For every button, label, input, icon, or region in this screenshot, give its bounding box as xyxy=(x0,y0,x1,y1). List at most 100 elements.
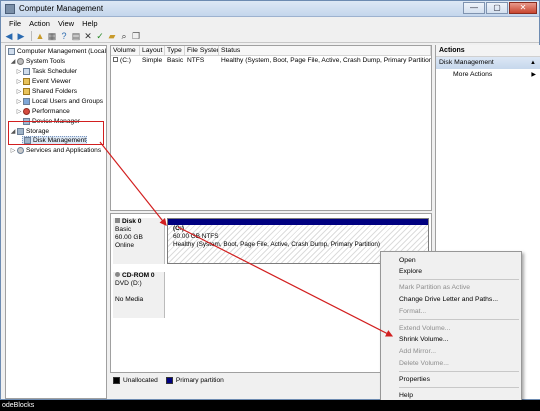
users-icon xyxy=(23,98,30,105)
partition-label: (C:) xyxy=(173,225,184,232)
menu-item-format: Format... xyxy=(399,308,427,315)
menu-item-mark-active: Mark Partition as Active xyxy=(399,284,471,291)
column-header-volume[interactable]: Volume xyxy=(111,46,140,55)
menu-separator xyxy=(399,319,519,320)
tree-item-label: Local Users and Groups xyxy=(32,98,104,105)
volume-list-header: Volume Layout Type File System Status xyxy=(111,46,431,56)
legend-primary-swatch xyxy=(165,376,173,384)
actions-title: Actions xyxy=(436,45,540,57)
table-row[interactable]: (C:) Simple Basic NTFS Healthy (System, … xyxy=(111,56,431,65)
close-x-icon[interactable]: ✕ xyxy=(83,31,93,41)
menu-item-change-drive-letter[interactable]: Change Drive Letter and Paths... xyxy=(381,294,521,305)
tree-item-event-viewer[interactable]: ▷ Event Viewer xyxy=(16,77,71,86)
expand-arrow-icon[interactable]: ▷ xyxy=(16,108,22,115)
tree-item-shared-folders[interactable]: ▷ Shared Folders xyxy=(16,87,77,96)
cell-file-system: NTFS xyxy=(187,57,205,64)
expand-arrow-icon[interactable]: ▷ xyxy=(16,78,22,85)
window-title: Computer Management xyxy=(19,4,104,13)
up-folder-icon[interactable]: ▲ xyxy=(35,31,45,41)
menu-item-delete-volume: Delete Volume... xyxy=(399,360,449,367)
partition-health: Healthy (System, Boot, Page File, Active… xyxy=(173,241,381,248)
disk-0-name: Disk 0 xyxy=(122,218,142,225)
console-tree: Computer Management (Local ◢ System Tool… xyxy=(5,45,107,399)
storage-highlight-box xyxy=(8,121,104,145)
volume-list: Volume Layout Type File System Status (C… xyxy=(110,45,432,211)
more-actions-item[interactable]: More Actions ▶ xyxy=(436,69,540,81)
menu-item-open[interactable]: Open xyxy=(381,255,521,266)
column-header-layout[interactable]: Layout xyxy=(140,46,165,55)
tree-item-performance[interactable]: ▷ Performance xyxy=(16,107,70,116)
legend-primary-label: Primary partition xyxy=(175,376,224,384)
disk-0-label[interactable]: Disk 0 Basic 60.00 GB Online xyxy=(113,218,165,264)
close-button[interactable]: ✕ xyxy=(509,2,537,14)
taskbar-fragment: odeBlocks xyxy=(0,400,540,411)
collapse-up-icon[interactable]: ▲ xyxy=(530,57,536,69)
show-hide-tree-icon[interactable]: ▦ xyxy=(47,31,57,41)
cdrom-0-type: DVD (D:) xyxy=(115,280,142,287)
cell-volume-text: (C:) xyxy=(120,57,131,64)
search-icon[interactable]: ⌕ xyxy=(119,31,129,41)
tree-item-local-users[interactable]: ▷ Local Users and Groups xyxy=(16,97,103,106)
toolbar: ◀ ▶ ▲ ▦ ? ▤ ✕ ✓ ▰ ⌕ ❐ xyxy=(1,29,539,43)
check-icon[interactable]: ✓ xyxy=(95,31,105,41)
menu-item-explore[interactable]: Explore xyxy=(381,266,521,277)
menu-item-shrink-volume[interactable]: Shrink Volume... xyxy=(381,334,521,345)
expand-arrow-icon[interactable]: ▷ xyxy=(16,98,22,105)
performance-icon xyxy=(23,108,30,115)
clock-icon xyxy=(23,68,30,75)
tree-item-services[interactable]: ▷ Services and Applications xyxy=(10,146,101,155)
expand-arrow-icon[interactable]: ▷ xyxy=(16,68,22,75)
menu-separator xyxy=(399,387,519,388)
pages-icon[interactable]: ❐ xyxy=(131,31,141,41)
tree-item-label: Task Scheduler xyxy=(32,68,78,75)
title-bar[interactable]: Computer Management — ▢ ✕ xyxy=(1,1,539,17)
collapse-arrow-icon[interactable]: ◢ xyxy=(10,58,16,65)
tree-item-label: Computer Management (Local xyxy=(17,48,107,55)
tools-icon xyxy=(17,58,24,65)
tree-item-system-tools[interactable]: ◢ System Tools xyxy=(10,57,65,66)
menu-view[interactable]: View xyxy=(54,19,78,28)
tree-item-computer-management[interactable]: Computer Management (Local xyxy=(7,47,106,56)
open-folder-icon[interactable]: ▰ xyxy=(107,31,117,41)
partition-size-fs: 60.00 GB NTFS xyxy=(173,233,219,240)
maximize-button[interactable]: ▢ xyxy=(486,2,508,14)
submenu-arrow-icon: ▶ xyxy=(531,72,536,78)
cell-type: Basic xyxy=(167,57,184,64)
menu-separator xyxy=(399,279,519,280)
menu-item-properties[interactable]: Properties xyxy=(381,374,521,385)
minimize-button[interactable]: — xyxy=(463,2,485,14)
volume-icon xyxy=(113,57,118,62)
disk-0-status: Online xyxy=(115,242,135,249)
menu-help[interactable]: Help xyxy=(78,19,101,28)
cell-volume: (C:) xyxy=(111,56,140,65)
menu-file[interactable]: File xyxy=(5,19,25,28)
cell-layout: Simple xyxy=(142,57,163,64)
expand-arrow-icon[interactable]: ▷ xyxy=(16,88,22,95)
column-header-type[interactable]: Type xyxy=(165,46,185,55)
toolbar-separator xyxy=(31,30,32,41)
cdrom-0-label[interactable]: CD-ROM 0 DVD (D:) No Media xyxy=(113,272,165,318)
properties-icon[interactable]: ▤ xyxy=(71,31,81,41)
shared-folder-icon xyxy=(23,88,30,95)
window-controls: — ▢ ✕ xyxy=(462,2,537,14)
menu-item-extend-volume: Extend Volume... xyxy=(399,325,451,332)
menu-item-add-mirror: Add Mirror... xyxy=(399,348,437,355)
menu-bar: File Action View Help xyxy=(1,17,539,29)
forward-arrow-icon[interactable]: ▶ xyxy=(16,31,26,41)
tree-item-task-scheduler[interactable]: ▷ Task Scheduler xyxy=(16,67,77,76)
legend-unallocated-label: Unallocated xyxy=(123,376,158,384)
actions-section-disk-management[interactable]: Disk Management ▲ xyxy=(436,57,540,69)
expand-arrow-icon[interactable]: ▷ xyxy=(10,147,16,154)
actions-section-label: Disk Management xyxy=(439,59,494,66)
disk-0-size: 60.00 GB xyxy=(115,234,143,241)
column-header-file-system[interactable]: File System xyxy=(185,46,219,55)
computer-management-icon xyxy=(5,3,15,14)
column-header-status[interactable]: Status xyxy=(219,46,431,55)
cdrom-icon xyxy=(115,272,120,277)
disk-0-type: Basic xyxy=(115,226,132,233)
cell-status: Healthy (System, Boot, Page File, Active… xyxy=(221,57,431,64)
back-arrow-icon[interactable]: ◀ xyxy=(4,31,14,41)
cdrom-0-status: No Media xyxy=(115,296,144,303)
help-icon[interactable]: ? xyxy=(59,31,69,41)
menu-action[interactable]: Action xyxy=(25,19,54,28)
